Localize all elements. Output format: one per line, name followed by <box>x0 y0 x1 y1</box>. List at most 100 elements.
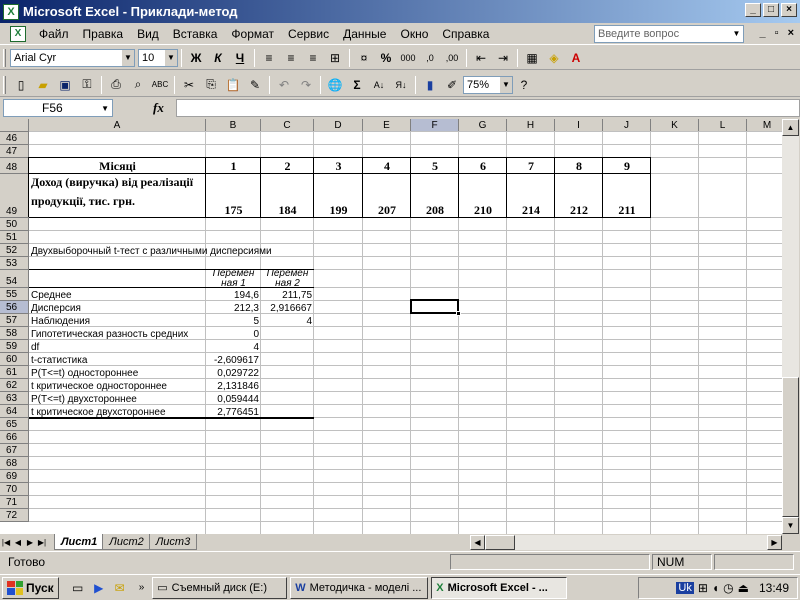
underline-button[interactable]: Ч <box>229 48 251 68</box>
prev-sheet-icon[interactable]: ◀ <box>12 538 24 547</box>
ttest-value-1-cell[interactable]: 5 <box>206 314 261 327</box>
month-header-cell[interactable]: Місяці <box>29 158 206 174</box>
language-indicator[interactable]: Uk <box>676 582 694 594</box>
scroll-down-icon[interactable]: ▼ <box>782 517 799 534</box>
insert-function-icon[interactable]: fx <box>153 100 164 116</box>
drawing-icon[interactable]: ✐ <box>441 75 463 95</box>
task-removable-disk[interactable]: ▭ Съемный диск (E:) <box>152 576 288 599</box>
format-painter-icon[interactable]: ✎ <box>244 75 266 95</box>
increase-decimal-icon[interactable]: ,0 <box>419 48 441 68</box>
row-header-64[interactable]: 64 <box>0 405 29 418</box>
autosum-button[interactable]: Σ <box>346 75 368 95</box>
ttest-value-2-cell[interactable]: 2,916667 <box>261 301 314 314</box>
row-header-56[interactable]: 56 <box>0 301 29 314</box>
ttest-value-2-cell[interactable] <box>261 353 314 366</box>
menu-view[interactable]: Вид <box>130 27 166 41</box>
align-center-icon[interactable]: ≡ <box>280 48 302 68</box>
help-icon[interactable]: ? <box>513 75 535 95</box>
menu-help[interactable]: Справка <box>435 27 496 41</box>
ttest-value-1-cell[interactable]: 2,131846 <box>206 379 261 392</box>
row-header-66[interactable]: 66 <box>0 431 29 444</box>
copy-icon[interactable]: ⎘ <box>200 75 222 95</box>
income-value-cell[interactable]: 207 <box>363 174 411 218</box>
percent-button[interactable]: % <box>375 48 397 68</box>
fill-handle[interactable] <box>456 311 461 316</box>
menu-file[interactable]: Файл <box>32 27 76 41</box>
scroll-up-icon[interactable]: ▲ <box>782 119 799 136</box>
undo-icon[interactable]: ↶ <box>273 75 295 95</box>
name-box[interactable]: F56 ▼ <box>3 99 113 117</box>
row-header-58[interactable]: 58 <box>0 327 29 340</box>
ttest-label-cell[interactable]: Гипотетическая разность средних <box>29 327 206 340</box>
row-header-61[interactable]: 61 <box>0 366 29 379</box>
ttest-value-2-cell[interactable] <box>261 327 314 340</box>
row-header-54[interactable]: 54 <box>0 270 29 288</box>
ttest-value-2-cell[interactable] <box>261 340 314 353</box>
zoom-select[interactable]: 75% ▼ <box>463 75 513 94</box>
income-value-cell[interactable]: 211 <box>603 174 651 218</box>
row-header-48[interactable]: 48 <box>0 158 29 174</box>
ttest-label-cell[interactable]: Наблюдения <box>29 314 206 327</box>
row-header-49[interactable]: 49 <box>0 174 29 218</box>
month-cell[interactable]: 6 <box>459 158 507 174</box>
bold-button[interactable]: Ж <box>185 48 207 68</box>
print-icon[interactable]: ⎙ <box>105 75 127 95</box>
row-header-47[interactable]: 47 <box>0 145 29 158</box>
align-left-icon[interactable]: ≡ <box>258 48 280 68</box>
sheet-tab-1[interactable]: Лист1 <box>54 534 105 550</box>
volume-icon[interactable]: ◖ <box>712 581 719 595</box>
income-value-cell[interactable]: 208 <box>411 174 459 218</box>
close-button[interactable]: × <box>781 3 797 17</box>
ttest-label-cell[interactable]: t критическое одностороннее <box>29 379 206 392</box>
ttest-value-1-cell[interactable]: 0 <box>206 327 261 340</box>
income-value-cell[interactable]: 184 <box>261 174 314 218</box>
chevron-down-icon[interactable]: ▼ <box>101 104 109 113</box>
month-cell[interactable]: 3 <box>314 158 363 174</box>
increase-indent-icon[interactable]: ⇥ <box>492 48 514 68</box>
income-value-cell[interactable]: 214 <box>507 174 555 218</box>
ttest-value-2-cell[interactable] <box>261 366 314 379</box>
sort-descending-icon[interactable]: Я↓ <box>390 75 412 95</box>
sheet-tab-3[interactable]: Лист3 <box>148 534 198 550</box>
italic-button[interactable]: К <box>207 48 229 68</box>
formula-input[interactable] <box>176 99 800 117</box>
income-value-cell[interactable]: 175 <box>206 174 261 218</box>
income-value-cell[interactable]: 199 <box>314 174 363 218</box>
ttest-label-cell[interactable]: df <box>29 340 206 353</box>
ttest-value-1-cell[interactable]: 4 <box>206 340 261 353</box>
worksheet-grid[interactable]: A B C D E F G H I J K L M 46 47 48 49 50 51 52 53 54 55 56 57 58 5… <box>0 119 782 534</box>
ttest-value-1-cell[interactable]: 212,3 <box>206 301 261 314</box>
scroll-right-icon[interactable]: ▶ <box>767 535 782 550</box>
print-preview-icon[interactable]: ⌕ <box>127 75 149 95</box>
row-header-46[interactable]: 46 <box>0 132 29 145</box>
workbook-close-button[interactable]: × <box>788 27 794 39</box>
row-header-63[interactable]: 63 <box>0 392 29 405</box>
row-header-72[interactable]: 72 <box>0 509 29 522</box>
ttest-label-cell[interactable]: Дисперсия <box>29 301 206 314</box>
chevron-down-icon[interactable]: ▼ <box>730 26 743 42</box>
ttest-value-2-cell[interactable] <box>261 379 314 392</box>
row-header-65[interactable]: 65 <box>0 418 29 431</box>
select-all-corner[interactable] <box>0 119 29 132</box>
merge-center-icon[interactable]: ⊞ <box>324 48 346 68</box>
font-color-icon[interactable]: A <box>565 48 587 68</box>
ttest-label-cell[interactable]: P(T<=t) двухстороннее <box>29 392 206 405</box>
borders-icon[interactable]: ▦ <box>521 48 543 68</box>
minimize-button[interactable]: _ <box>745 3 761 17</box>
first-sheet-icon[interactable]: |◀ <box>0 538 12 547</box>
menu-format[interactable]: Формат <box>224 27 281 41</box>
redo-icon[interactable]: ↷ <box>295 75 317 95</box>
start-button[interactable]: Пуск <box>2 576 59 599</box>
ttest-label-cell[interactable]: P(T<=t) одностороннее <box>29 366 206 379</box>
open-folder-icon[interactable]: ▰ <box>32 75 54 95</box>
variable-2-header[interactable]: Перемен ная 2 <box>261 270 314 288</box>
network-icon[interactable]: ⊞ <box>698 581 708 595</box>
row-header-55[interactable]: 55 <box>0 288 29 301</box>
align-right-icon[interactable]: ≡ <box>302 48 324 68</box>
row-header-70[interactable]: 70 <box>0 483 29 496</box>
row-header-69[interactable]: 69 <box>0 470 29 483</box>
font-size-select[interactable]: 10 ▼ <box>138 48 178 67</box>
ttest-value-1-cell[interactable]: 0,029722 <box>206 366 261 379</box>
menu-insert[interactable]: Вставка <box>166 27 225 41</box>
row-header-59[interactable]: 59 <box>0 340 29 353</box>
